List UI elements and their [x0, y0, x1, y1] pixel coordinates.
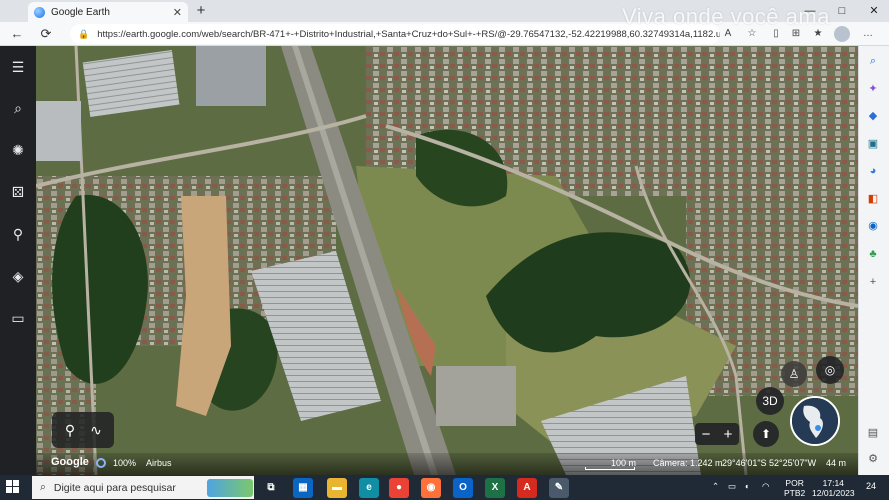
lock-icon: 🔒: [78, 28, 90, 39]
pin-icon[interactable]: ⚲: [6, 222, 30, 246]
camera-altitude: Câmera: 1.242 m: [653, 458, 723, 468]
watermark-text: Viva onde você ama: [622, 4, 830, 29]
dice-icon[interactable]: ⚄: [6, 180, 30, 204]
tab-title: Google Earth: [51, 6, 110, 18]
menu-icon[interactable]: ☰: [6, 55, 30, 79]
layers-icon[interactable]: ◈: [6, 264, 30, 288]
taskbar-app-outlook-icon[interactable]: O: [453, 478, 473, 498]
zoom-in-button[interactable]: +: [724, 426, 733, 443]
clock-date: 12/01/2023: [812, 488, 855, 498]
screen: Google Earth ✕ + — □ ✕ ← ⟳ 🔒 https://ear…: [0, 0, 889, 500]
url-text: https://earth.google.com/web/search/BR-4…: [97, 28, 720, 40]
language-code: POR: [785, 478, 804, 488]
sidebar-layout-icon[interactable]: ▤: [865, 425, 881, 441]
pegman-icon[interactable]: ♙: [781, 361, 807, 387]
copilot-icon[interactable]: ✦: [865, 81, 881, 97]
my-location-button[interactable]: ◎: [816, 356, 844, 384]
taskbar-app-edge-icon[interactable]: e: [359, 478, 379, 498]
more-options-icon[interactable]: …: [860, 26, 876, 42]
satellite-imagery: [36, 46, 858, 475]
add-icon[interactable]: +: [865, 274, 881, 290]
search-placeholder: Digite aqui para pesquisar: [53, 481, 176, 494]
loading-ring-icon: [96, 458, 106, 468]
office-icon[interactable]: ◧: [865, 191, 881, 207]
zoom-control: − +: [695, 423, 739, 445]
toggle-3d-button[interactable]: 3D: [756, 387, 784, 415]
satellite-map[interactable]: [36, 46, 858, 475]
taskbar-app-chrome-icon[interactable]: ●: [389, 478, 409, 498]
voyager-icon[interactable]: ✺: [6, 138, 30, 162]
taskbar-app-firefox-icon[interactable]: ◉: [421, 478, 441, 498]
taskbar-app-explorer-icon[interactable]: ▬: [327, 478, 347, 498]
network-icon[interactable]: ▭: [728, 481, 736, 491]
clock-time: 17:14: [822, 478, 844, 488]
path-icon[interactable]: ∿: [88, 422, 104, 438]
scale-label: 100 m: [611, 458, 637, 468]
search-highlight-icon: [207, 479, 253, 497]
profile-avatar[interactable]: [834, 26, 850, 42]
placemark-icon[interactable]: ⚲: [62, 422, 78, 438]
search-icon[interactable]: ⌕: [6, 96, 30, 120]
load-percent: 100%: [113, 458, 137, 468]
close-tab-icon[interactable]: ✕: [173, 6, 182, 19]
search-icon: ⌕: [40, 481, 46, 493]
taskbar-app-photos-icon[interactable]: ✎: [549, 478, 569, 498]
coordinates: 29°46'01"S 52°25'07"W: [722, 458, 817, 468]
windows-start-icon[interactable]: [6, 480, 20, 494]
refresh-button[interactable]: ⟳: [37, 25, 55, 43]
input-language[interactable]: POR PTB2: [784, 478, 805, 498]
compass-icon[interactable]: ⬆: [753, 421, 779, 447]
globe-icon: [792, 398, 838, 444]
speaker-icon[interactable]: ◖: [744, 481, 749, 491]
globe-minimap[interactable]: [790, 396, 840, 446]
clock[interactable]: 17:14 12/01/2023: [812, 478, 855, 498]
new-tab-button[interactable]: +: [192, 2, 210, 20]
taskbar-app-acrobat-icon[interactable]: A: [517, 478, 537, 498]
imagery-provider[interactable]: Airbus: [146, 458, 172, 468]
games-icon[interactable]: ◕: [865, 163, 881, 179]
wifi-icon[interactable]: ◠: [762, 481, 769, 491]
tree-icon[interactable]: ♣: [865, 246, 881, 262]
google-logo: Google: [51, 456, 89, 468]
shopping-icon[interactable]: ◆: [865, 108, 881, 124]
zoom-out-button[interactable]: −: [702, 426, 711, 443]
ruler-icon[interactable]: ▭: [6, 306, 30, 330]
back-button[interactable]: ←: [8, 25, 26, 43]
tray-chevron-icon[interactable]: ⌃: [712, 481, 719, 491]
maximize-button[interactable]: □: [827, 2, 857, 20]
tab-google-earth[interactable]: Google Earth ✕: [28, 2, 188, 22]
outlook-icon[interactable]: ◉: [865, 218, 881, 234]
notification-count[interactable]: 24: [866, 481, 876, 491]
close-window-button[interactable]: ✕: [859, 2, 889, 20]
taskbar-app-excel-icon[interactable]: X: [485, 478, 505, 498]
elevation: 44 m: [826, 458, 847, 468]
taskbar-app-store-icon[interactable]: ▦: [293, 478, 313, 498]
taskbar-app-task-view-icon[interactable]: ⧉: [261, 478, 281, 498]
tools-icon[interactable]: ▣: [865, 136, 881, 152]
globe-favicon-icon: [34, 6, 45, 18]
search-icon[interactable]: ⌕: [865, 53, 881, 69]
settings-gear-icon[interactable]: ⚙: [865, 451, 881, 467]
keyboard-layout: PTB2: [784, 488, 806, 498]
